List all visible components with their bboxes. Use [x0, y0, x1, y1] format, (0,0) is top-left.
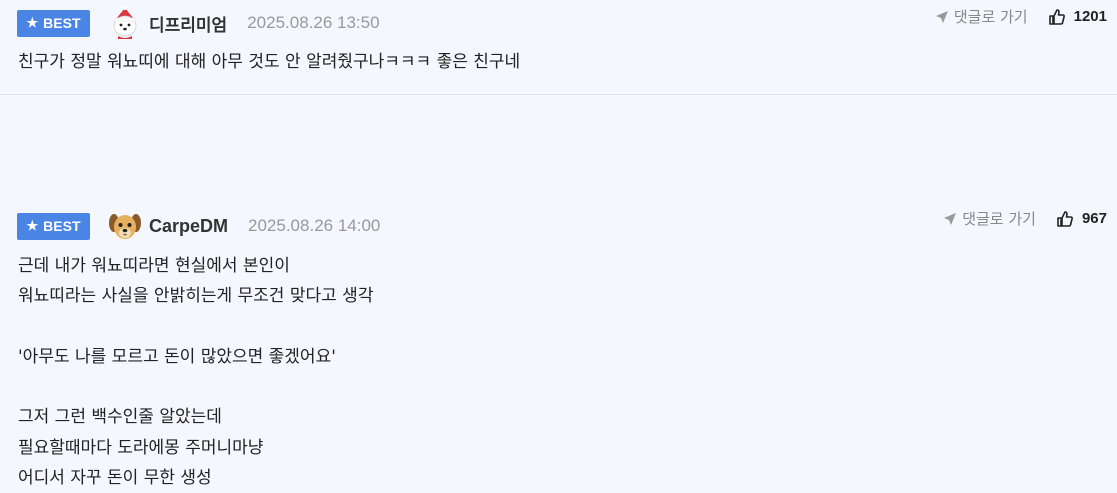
best-badge-label: BEST — [43, 218, 81, 234]
best-badge-label: BEST — [43, 15, 81, 31]
nickname[interactable]: 디프리미엄 — [149, 11, 227, 36]
comment-header: ★ BEST CarpeDM 2025.08.26 14:00 — [17, 208, 380, 244]
white-dog-santa-avatar-icon — [107, 5, 143, 41]
comment-date: 2025.08.26 14:00 — [248, 216, 381, 235]
comment-date: 2025.08.26 13:50 — [247, 13, 380, 32]
send-arrow-icon — [935, 10, 948, 23]
comment-text: 근데 내가 워뇨띠라면 현실에서 본인이 워뇨띠라는 사실을 안밝히는게 무조건… — [18, 256, 374, 489]
comment-actions: 댓글로 가기 967 — [943, 208, 1107, 229]
like-button[interactable]: 967 — [1056, 210, 1107, 228]
avatar[interactable] — [107, 5, 143, 41]
like-count: 967 — [1081, 210, 1107, 227]
go-to-reply-link[interactable]: 댓글로 가기 — [943, 208, 1036, 229]
puppy-avatar-icon — [107, 208, 143, 244]
thumbs-up-icon — [1048, 8, 1065, 25]
comment-header: ★ BEST 디프리미엄 2025.08.26 13:50 — [17, 5, 380, 41]
nickname[interactable]: CarpeDM — [149, 216, 228, 237]
like-count: 1201 — [1073, 8, 1107, 25]
comment-text: 친구가 정말 워뇨띠에 대해 아무 것도 안 알려줬구나ㅋㅋㅋ 좋은 친구네 — [18, 52, 521, 72]
star-icon: ★ — [26, 15, 39, 30]
go-to-reply-label: 댓글로 가기 — [953, 8, 1028, 26]
thumbs-up-icon — [1057, 210, 1073, 227]
like-button[interactable]: 1201 — [1048, 8, 1107, 26]
go-to-reply-link[interactable]: 댓글로 가기 — [935, 6, 1028, 27]
send-arrow-icon — [944, 212, 957, 225]
best-badge: ★ BEST — [17, 212, 90, 240]
best-badge: ★ BEST — [17, 9, 90, 37]
comment-actions: 댓글로 가기 1201 — [935, 6, 1107, 27]
avatar[interactable] — [107, 208, 143, 244]
star-icon: ★ — [26, 218, 39, 233]
comment-item: ★ BEST 디프리미엄 2025.08.26 13:50 댓글로 가기 120… — [0, 0, 1117, 95]
go-to-reply-label: 댓글로 가기 — [962, 210, 1036, 228]
comment-item: ★ BEST CarpeDM 2025.08.26 14:00 댓글로 가기 9… — [0, 95, 1117, 488]
